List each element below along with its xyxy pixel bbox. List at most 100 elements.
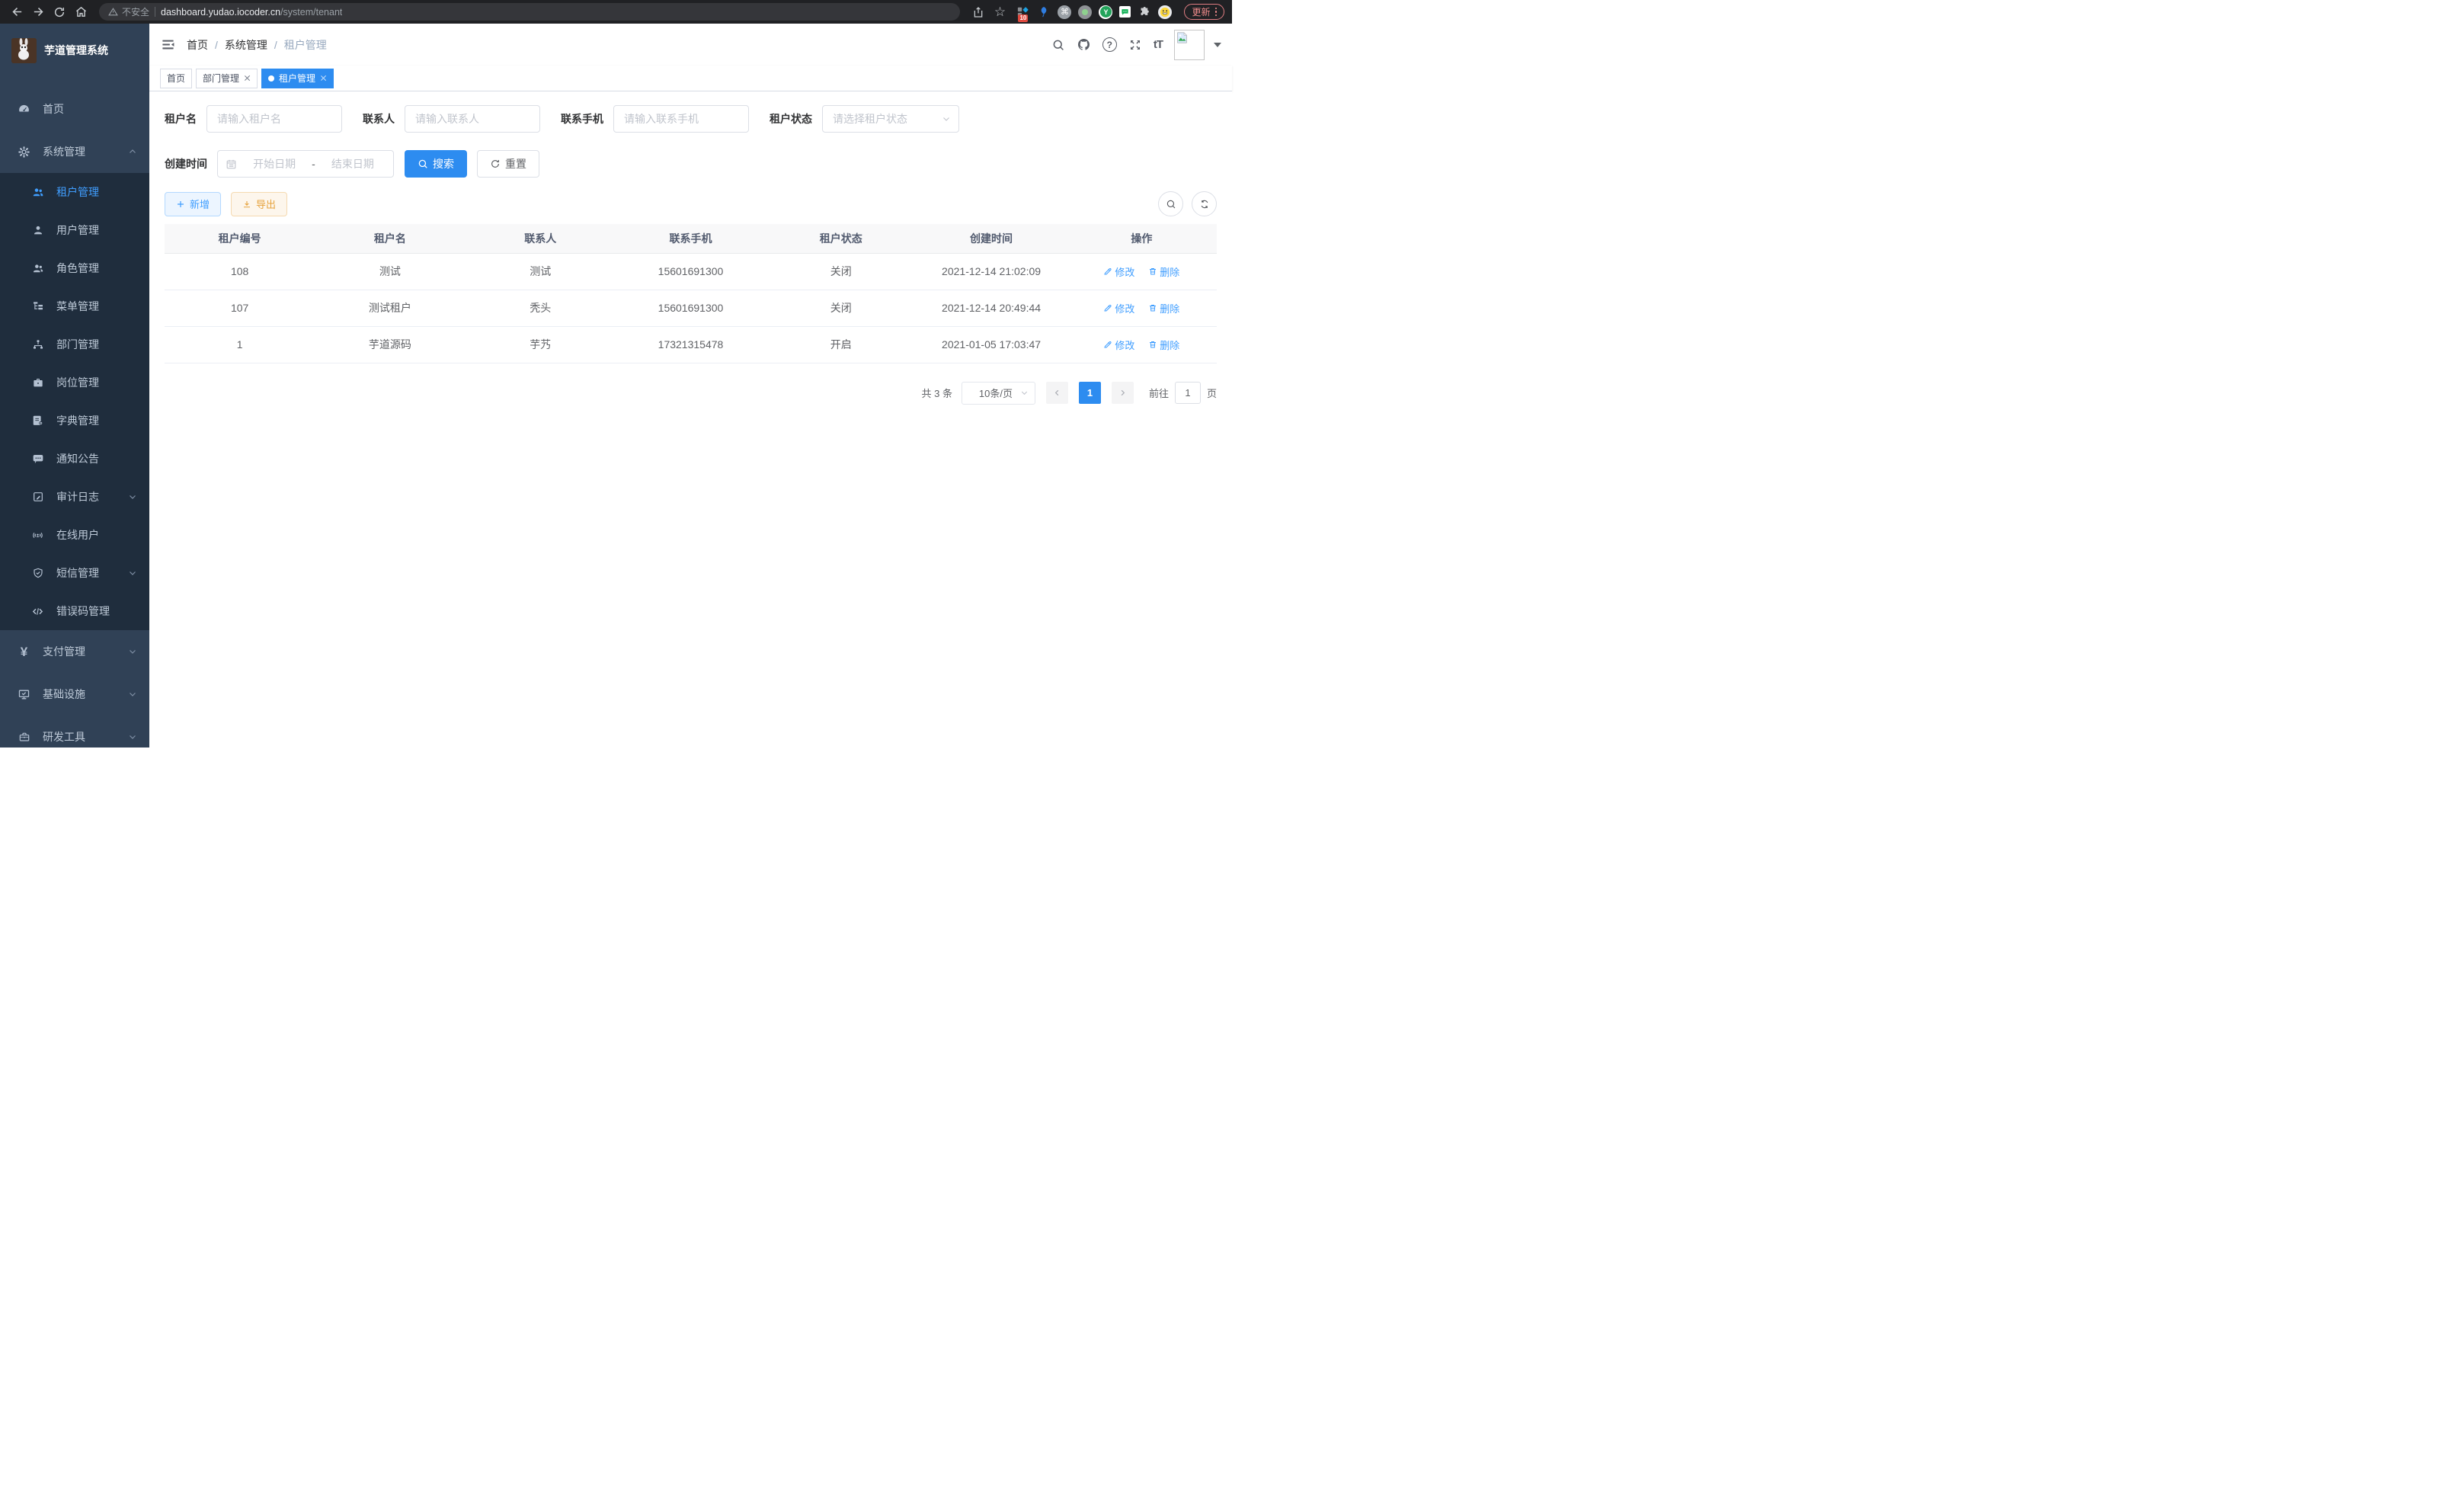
delete-link[interactable]: 删除 bbox=[1148, 338, 1179, 352]
help-icon[interactable]: ? bbox=[1102, 37, 1117, 52]
sidebar-item-system[interactable]: 系统管理 bbox=[0, 130, 149, 173]
status-text: 关闭 bbox=[766, 290, 916, 326]
status-text: 开启 bbox=[766, 326, 916, 363]
broken-image-icon bbox=[1176, 32, 1188, 43]
y-green-extension-icon[interactable]: Y bbox=[1099, 5, 1112, 19]
sidebar-item-infra[interactable]: 基础设施 bbox=[0, 673, 149, 715]
top-navbar: 首页 / 系统管理 / 租户管理 ? tT bbox=[149, 24, 1232, 66]
current-page-button[interactable]: 1 bbox=[1079, 382, 1101, 404]
chevron-down-icon bbox=[128, 647, 137, 656]
contact-input[interactable] bbox=[405, 105, 540, 133]
tab-dept[interactable]: 部门管理 bbox=[196, 69, 258, 88]
sidebar-logo[interactable]: 芋道管理系统 bbox=[0, 24, 149, 66]
edit-link[interactable]: 修改 bbox=[1103, 301, 1134, 315]
kite-extension-icon[interactable] bbox=[1037, 5, 1051, 19]
search-button[interactable]: 搜索 bbox=[405, 150, 467, 178]
refresh-table-button[interactable] bbox=[1192, 191, 1217, 216]
tenant-name-input[interactable] bbox=[206, 105, 342, 133]
browser-forward-icon[interactable] bbox=[29, 3, 47, 21]
col-tenant-id: 租户编号 bbox=[165, 224, 315, 253]
url-text: dashboard.yudao.iocoder.cn/system/tenant bbox=[161, 7, 342, 18]
sidebar-item-sms[interactable]: 短信管理 bbox=[0, 554, 149, 592]
calendar-icon bbox=[226, 158, 237, 170]
sidebar-item-post[interactable]: 岗位管理 bbox=[0, 363, 149, 402]
font-size-icon[interactable]: tT bbox=[1154, 38, 1163, 51]
delete-link[interactable]: 删除 bbox=[1148, 301, 1179, 315]
header-search-icon[interactable] bbox=[1051, 38, 1065, 52]
fullscreen-icon[interactable] bbox=[1128, 38, 1142, 52]
toggle-search-button[interactable] bbox=[1158, 191, 1183, 216]
chevron-down-icon bbox=[128, 690, 137, 699]
phone-input[interactable] bbox=[613, 105, 749, 133]
reset-button[interactable]: 重置 bbox=[477, 150, 539, 178]
edit-pencil-icon bbox=[1103, 303, 1112, 312]
sidebar-item-user[interactable]: 用户管理 bbox=[0, 211, 149, 249]
github-icon[interactable] bbox=[1077, 37, 1091, 52]
date-range-picker[interactable]: 开始日期 - 结束日期 bbox=[217, 150, 394, 178]
status-select[interactable]: 请选择租户状态 bbox=[822, 105, 959, 133]
trash-icon bbox=[1148, 340, 1157, 349]
security-warning[interactable]: 不安全 bbox=[108, 5, 149, 18]
tab-home[interactable]: 首页 bbox=[160, 69, 192, 88]
browser-menu-dots-icon[interactable] bbox=[1215, 8, 1218, 17]
page-size-select[interactable]: 10条/页 bbox=[962, 382, 1035, 405]
tenant-table: 租户编号 租户名 联系人 联系手机 租户状态 创建时间 操作 108 测试 测试 bbox=[165, 224, 1217, 363]
close-icon[interactable] bbox=[320, 75, 327, 82]
breadcrumb-system[interactable]: 系统管理 bbox=[225, 37, 267, 53]
edit-pencil-icon bbox=[1103, 340, 1112, 349]
browser-toolbar: 不安全 dashboard.yudao.iocoder.cn/system/te… bbox=[0, 0, 1232, 24]
next-page-button[interactable] bbox=[1112, 382, 1134, 404]
goto-page-input[interactable] bbox=[1175, 382, 1201, 404]
message-bubble-icon bbox=[31, 453, 44, 466]
select-caret-icon bbox=[942, 114, 951, 123]
extensions-puzzle-icon[interactable] bbox=[1138, 5, 1151, 19]
extension-badge-icon[interactable]: 10 bbox=[1016, 5, 1030, 19]
app-title: 芋道管理系统 bbox=[44, 43, 108, 58]
created-time-label: 创建时间 bbox=[165, 156, 207, 171]
browser-reload-icon[interactable] bbox=[50, 3, 69, 21]
browser-home-icon[interactable] bbox=[72, 3, 90, 21]
share-icon[interactable] bbox=[969, 3, 987, 21]
record-extension-icon[interactable] bbox=[1078, 5, 1092, 19]
sidebar-item-dept[interactable]: 部门管理 bbox=[0, 325, 149, 363]
sidebar-item-notice[interactable]: 通知公告 bbox=[0, 440, 149, 478]
sidebar-item-home[interactable]: 首页 bbox=[0, 88, 149, 130]
edit-link[interactable]: 修改 bbox=[1103, 264, 1134, 279]
browser-address-bar[interactable]: 不安全 dashboard.yudao.iocoder.cn/system/te… bbox=[99, 3, 960, 21]
extension-badge-count: 10 bbox=[1018, 14, 1028, 22]
user-avatar-broken[interactable] bbox=[1174, 30, 1205, 60]
sidebar-fold-icon[interactable] bbox=[149, 37, 187, 52]
sidebar-item-online-user[interactable]: 在线用户 bbox=[0, 516, 149, 554]
tags-view-bar: 首页 部门管理 租户管理 bbox=[149, 66, 1232, 91]
search-icon bbox=[1166, 199, 1176, 210]
sidebar-item-pay[interactable]: ¥ 支付管理 bbox=[0, 630, 149, 673]
delete-link[interactable]: 删除 bbox=[1148, 264, 1179, 279]
chevron-down-icon bbox=[128, 568, 137, 578]
edit-link[interactable]: 修改 bbox=[1103, 338, 1134, 352]
sidebar-item-error-code[interactable]: 错误码管理 bbox=[0, 592, 149, 630]
breadcrumb-home[interactable]: 首页 bbox=[187, 37, 208, 53]
avatar-caret-icon[interactable] bbox=[1214, 43, 1221, 47]
bookmark-star-icon[interactable]: ☆ bbox=[990, 3, 1009, 21]
close-icon[interactable] bbox=[244, 75, 251, 82]
sidebar-item-audit-log[interactable]: 审计日志 bbox=[0, 478, 149, 516]
sidebar-item-role[interactable]: 角色管理 bbox=[0, 249, 149, 287]
sidebar-item-dev-tools[interactable]: 研发工具 bbox=[0, 715, 149, 748]
add-button[interactable]: 新增 bbox=[165, 192, 221, 216]
sidebar-item-dict[interactable]: 字典管理 bbox=[0, 402, 149, 440]
briefcase-icon bbox=[31, 376, 44, 389]
chat-extension-icon[interactable] bbox=[1119, 6, 1131, 18]
sidebar-item-tenant[interactable]: 租户管理 bbox=[0, 173, 149, 211]
browser-back-icon[interactable] bbox=[8, 3, 26, 21]
command-extension-icon[interactable]: ⌘ bbox=[1058, 5, 1071, 19]
browser-update-button[interactable]: 更新 bbox=[1184, 4, 1224, 20]
prev-page-button[interactable] bbox=[1046, 382, 1068, 404]
filter-row-2: 创建时间 开始日期 - 结束日期 搜索 重置 bbox=[165, 150, 1217, 178]
user-icon bbox=[31, 224, 44, 237]
goto-label: 前往 bbox=[1149, 386, 1169, 400]
tab-tenant-active[interactable]: 租户管理 bbox=[261, 69, 334, 88]
sidebar-item-menu[interactable]: 菜单管理 bbox=[0, 287, 149, 325]
profile-avatar-icon[interactable] bbox=[1158, 5, 1172, 19]
export-button[interactable]: 导出 bbox=[231, 192, 287, 216]
breadcrumb-current: 租户管理 bbox=[284, 37, 327, 53]
